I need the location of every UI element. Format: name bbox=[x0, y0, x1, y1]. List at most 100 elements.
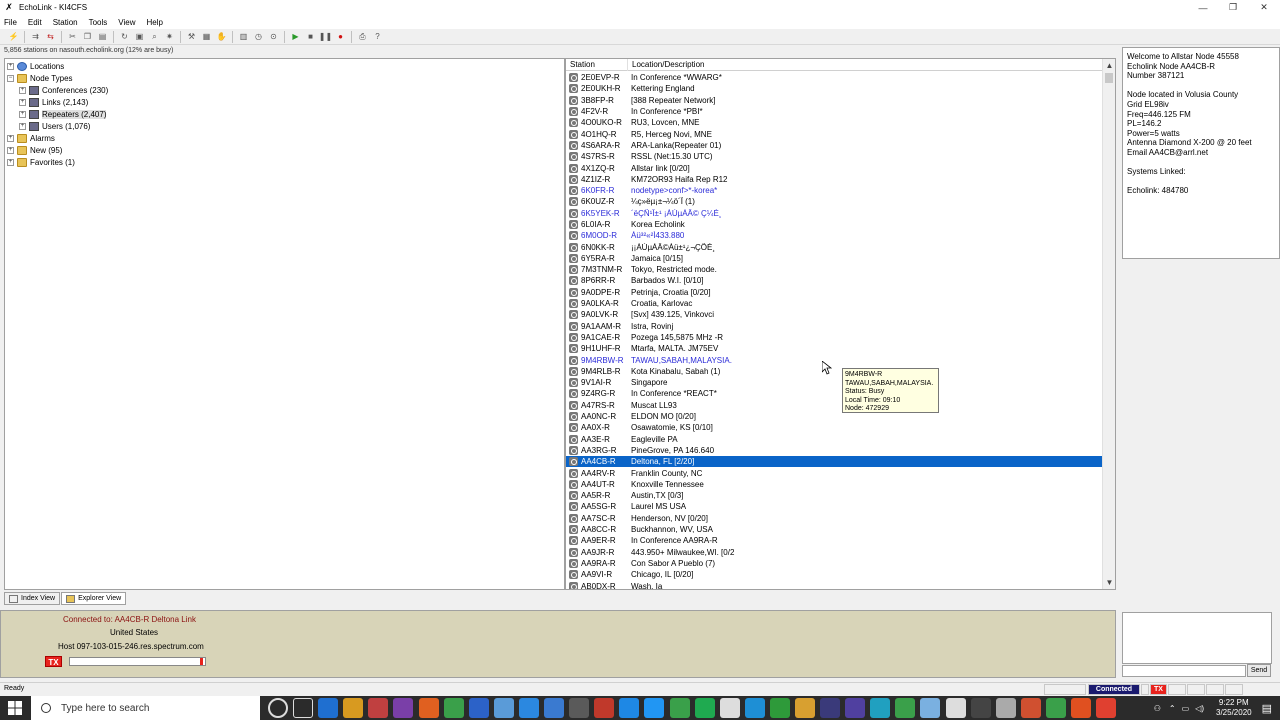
table-row[interactable]: AA9JR-R 443.950+ Milwaukee,WI. [0/2 bbox=[566, 546, 1103, 557]
minimize-button[interactable]: — bbox=[1187, 0, 1219, 15]
table-row[interactable]: 2E0UKH-R Kettering England bbox=[566, 83, 1103, 94]
taskbar-app-icon[interactable] bbox=[418, 698, 439, 718]
task-view-icon[interactable] bbox=[293, 698, 314, 718]
tools-icon[interactable]: ⚒ bbox=[184, 30, 199, 43]
taskbar-app-icon[interactable] bbox=[393, 698, 414, 718]
tree-item-conferences[interactable]: + Conferences (230) bbox=[19, 84, 108, 96]
tab-index-view[interactable]: Index View bbox=[4, 592, 61, 605]
time-icon[interactable]: ◷ bbox=[251, 30, 266, 43]
taskbar-app-icon[interactable] bbox=[368, 698, 389, 718]
taskbar-app-icon[interactable] bbox=[619, 698, 640, 718]
taskbar-app-icon[interactable] bbox=[920, 698, 941, 718]
taskbar-app-icon[interactable] bbox=[518, 698, 539, 718]
table-row[interactable]: 4S7RS-R RSSL (Net:15.30 UTC) bbox=[566, 151, 1103, 162]
table-row[interactable]: AA4RV-R Franklin County, NC bbox=[566, 467, 1103, 478]
taskbar-app-icon[interactable] bbox=[744, 698, 765, 718]
expand-icon[interactable]: + bbox=[19, 122, 26, 130]
taskbar-app-icon[interactable] bbox=[719, 698, 740, 718]
table-row[interactable]: 9A0LKA-R Croatia, Karlovac bbox=[566, 298, 1103, 309]
refresh-icon[interactable]: ↻ bbox=[117, 30, 132, 43]
disconnect-icon[interactable]: ⇉ bbox=[28, 30, 43, 43]
taskbar-app-icon[interactable] bbox=[995, 698, 1016, 718]
taskbar-app-icon[interactable] bbox=[970, 698, 991, 718]
print-icon[interactable]: ⎙ bbox=[355, 30, 370, 43]
tab-explorer-view[interactable]: Explorer View bbox=[61, 592, 127, 605]
tree-item-links[interactable]: + Links (2,143) bbox=[19, 96, 88, 108]
tree-item-node-types[interactable]: − Node Types bbox=[7, 72, 73, 84]
menu-view[interactable]: View bbox=[118, 18, 135, 27]
taskbar-app-icon[interactable] bbox=[569, 698, 590, 718]
table-row[interactable]: AA9VI-R Chicago, IL [0/20] bbox=[566, 569, 1103, 580]
window-icon[interactable]: ▣ bbox=[132, 30, 147, 43]
menu-station[interactable]: Station bbox=[53, 18, 78, 27]
table-row[interactable]: 6K0FR-R nodetype>conf>*-korea* bbox=[566, 185, 1103, 196]
taskbar-search[interactable]: Type here to search bbox=[31, 696, 260, 720]
table-row[interactable]: 6Y5RA-R Jamaica [0/15] bbox=[566, 253, 1103, 264]
info-icon[interactable]: ⊙ bbox=[266, 30, 281, 43]
table-row[interactable]: 6M0OD-R Àü³²«²Ì433.880 bbox=[566, 230, 1103, 241]
table-row[interactable]: AA0NC-R ELDON MO [0/20] bbox=[566, 411, 1103, 422]
table-row[interactable]: 6K5YEK-R ´ëÇÑ¹Î±¹ ¡ÀÚµÁÂ© Ç¼É¸ bbox=[566, 208, 1103, 219]
table-row[interactable]: AA8CC-R Buckhannon, WV, USA bbox=[566, 524, 1103, 535]
table-row[interactable]: AA9RA-R Con Sabor A Pueblo (7) bbox=[566, 558, 1103, 569]
taskbar-app-icon[interactable] bbox=[945, 698, 966, 718]
taskbar-app-icon[interactable] bbox=[343, 698, 364, 718]
record-icon[interactable]: ● bbox=[333, 30, 348, 43]
settings-icon[interactable]: ▦ bbox=[199, 30, 214, 43]
table-row[interactable]: 4Z1IZ-R KM72OR93 Haifa Rep R12 bbox=[566, 174, 1103, 185]
tree-item-alarms[interactable]: + Alarms bbox=[7, 132, 55, 144]
table-row[interactable]: 9Z4RG-R In Conference *REACT* bbox=[566, 388, 1103, 399]
column-header-station[interactable]: Station bbox=[566, 59, 628, 71]
table-row[interactable]: 9V1AI-R Singapore bbox=[566, 377, 1103, 388]
scroll-thumb[interactable] bbox=[1105, 73, 1113, 83]
table-row[interactable]: AA4UT-R Knoxville Tennessee bbox=[566, 479, 1103, 490]
table-row[interactable]: 7M3TNM-R Tokyo, Restricted mode. bbox=[566, 264, 1103, 275]
maximize-button[interactable]: ❐ bbox=[1217, 0, 1249, 15]
taskbar-app-icon[interactable] bbox=[1020, 698, 1041, 718]
table-row[interactable]: 4X1ZQ-R Allstar link [0/20] bbox=[566, 162, 1103, 173]
taskbar-app-icon[interactable] bbox=[318, 698, 339, 718]
table-row[interactable]: 3B8FP-R [388 Repeater Network] bbox=[566, 95, 1103, 106]
table-row[interactable]: 6K0UZ-R ¼ç»ëµ¡±¬¼ö´Ï (1) bbox=[566, 196, 1103, 207]
tree-item-users[interactable]: + Users (1,076) bbox=[19, 120, 90, 132]
taskbar-app-icon[interactable] bbox=[820, 698, 841, 718]
hand-icon[interactable]: ✋ bbox=[214, 30, 229, 43]
pause-icon[interactable]: ❚❚ bbox=[318, 30, 333, 43]
menu-edit[interactable]: Edit bbox=[28, 18, 42, 27]
menu-file[interactable]: File bbox=[4, 18, 17, 27]
expand-icon[interactable]: + bbox=[19, 86, 26, 94]
taskbar-app-icon[interactable] bbox=[468, 698, 489, 718]
reconnect-icon[interactable]: ⇆ bbox=[43, 30, 58, 43]
chat-input[interactable] bbox=[1122, 665, 1246, 677]
expand-icon[interactable]: + bbox=[7, 134, 14, 142]
table-row[interactable]: 4F2V-R In Conference *PBI* bbox=[566, 106, 1103, 117]
volume-icon[interactable]: ◁) bbox=[1195, 704, 1204, 713]
cortana-icon[interactable] bbox=[268, 698, 288, 718]
table-row[interactable]: 4O1HQ-R R5, Herceg Novi, MNE bbox=[566, 128, 1103, 139]
taskbar-app-icon[interactable] bbox=[644, 698, 665, 718]
table-row[interactable]: 9M4RLB-R Kota Kinabalu, Sabah (1) bbox=[566, 366, 1103, 377]
taskbar-app-icon[interactable] bbox=[870, 698, 891, 718]
table-row[interactable]: 9A0DPE-R Petrinja, Croatia [0/20] bbox=[566, 287, 1103, 298]
notification-icon[interactable]: ▤ bbox=[1262, 702, 1272, 715]
copy-icon[interactable]: ❐ bbox=[80, 30, 95, 43]
table-row[interactable]: 9A1AAM-R Istra, Rovinj bbox=[566, 321, 1103, 332]
taskbar-app-icon[interactable] bbox=[493, 698, 514, 718]
taskbar-app-icon[interactable] bbox=[895, 698, 916, 718]
taskbar-app-icon[interactable] bbox=[544, 698, 565, 718]
stop-icon[interactable]: ■ bbox=[303, 30, 318, 43]
tree-item-repeaters[interactable]: + Repeaters (2,407) bbox=[19, 108, 107, 120]
expand-icon[interactable]: + bbox=[7, 146, 14, 154]
taskbar-app-icon[interactable] bbox=[769, 698, 790, 718]
expand-icon[interactable]: + bbox=[7, 62, 14, 70]
meter-icon[interactable]: ▥ bbox=[236, 30, 251, 43]
table-row[interactable]: AA0X-R Osawatomie, KS [0/10] bbox=[566, 422, 1103, 433]
table-row[interactable]: 4O0UKO-R RU3, Lovcen, MNE bbox=[566, 117, 1103, 128]
taskbar-app-icon[interactable] bbox=[443, 698, 464, 718]
table-row[interactable]: AA3RG-R PineGrove, PA 146.640 bbox=[566, 445, 1103, 456]
connect-icon[interactable]: ⚡ bbox=[6, 30, 21, 43]
table-row[interactable]: 6L0IA-R Korea Echolink bbox=[566, 219, 1103, 230]
taskbar-app-icon[interactable] bbox=[1071, 698, 1091, 718]
expand-icon[interactable]: + bbox=[7, 158, 14, 166]
table-row[interactable]: 8P6RR-R Barbados W.I. [0/10] bbox=[566, 275, 1103, 286]
